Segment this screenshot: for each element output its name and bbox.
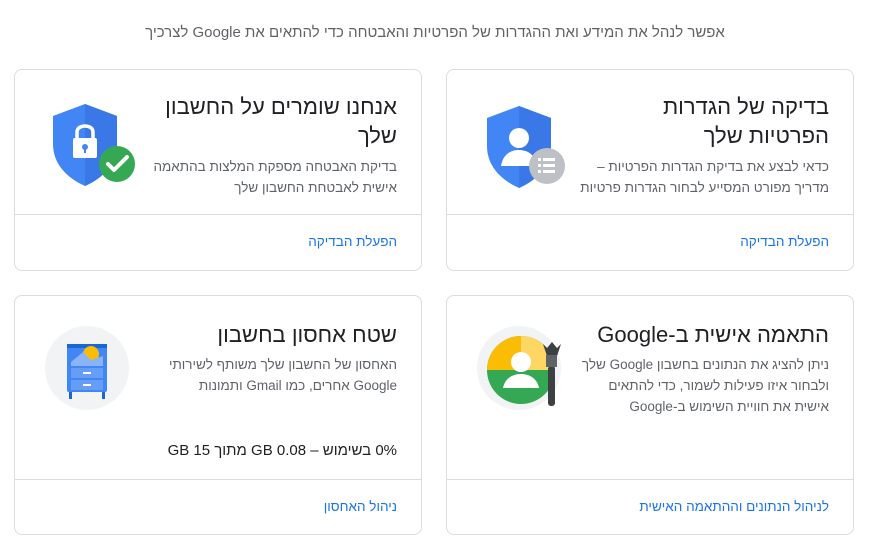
personalization-card: התאמה אישית ב-Google ניתן להציג את הנתונ… xyxy=(446,295,854,535)
start-privacy-checkup-link[interactable]: הפעלת הבדיקה xyxy=(740,234,829,249)
card-description: ניתן להציג את הנתונים בחשבון Google שלך … xyxy=(581,357,829,414)
page-intro-text: אפשר לנהל את המידע ואת ההגדרות של הפרטיו… xyxy=(145,24,725,41)
storage-cabinet-icon xyxy=(45,326,129,410)
start-security-checkup-link[interactable]: הפעלת הבדיקה xyxy=(308,234,397,249)
manage-data-personalization-link[interactable]: לניהול הנתונים וההתאמה האישית xyxy=(639,499,829,514)
card-title: בדיקה של הגדרות הפרטיות שלך xyxy=(662,94,829,148)
account-storage-card: שטח אחסון בחשבון האחסון של החשבון שלך מש… xyxy=(14,295,422,535)
card-title: אנחנו שומרים על החשבון שלך xyxy=(165,94,397,148)
card-description: האחסון של החשבון שלך משותף לשירותי Googl… xyxy=(168,357,397,393)
card-title: שטח אחסון בחשבון xyxy=(217,322,397,347)
storage-usage-text: 0% בשימוש – 0.08 GB מתוך 15 GB xyxy=(167,442,397,459)
privacy-shield-person-icon xyxy=(485,104,577,196)
card-divider xyxy=(15,214,421,215)
card-divider xyxy=(447,479,853,480)
security-shield-lock-icon xyxy=(51,102,143,194)
personalization-brush-icon xyxy=(477,326,567,416)
card-divider xyxy=(15,479,421,480)
card-title: התאמה אישית ב-Google xyxy=(597,322,829,347)
privacy-checkup-card: בדיקה של הגדרות הפרטיות שלך כדאי לבצע את… xyxy=(446,69,854,271)
manage-storage-link[interactable]: ניהול האחסון xyxy=(324,499,397,514)
card-description: בדיקת האבטחה מספקת המלצות בהתאמה אישית ל… xyxy=(153,159,397,195)
card-description: כדאי לבצע את בדיקת הגדרות הפרטיות – מדרי… xyxy=(580,159,829,195)
card-divider xyxy=(447,214,853,215)
security-checkup-card: אנחנו שומרים על החשבון שלך בדיקת האבטחה … xyxy=(14,69,422,271)
